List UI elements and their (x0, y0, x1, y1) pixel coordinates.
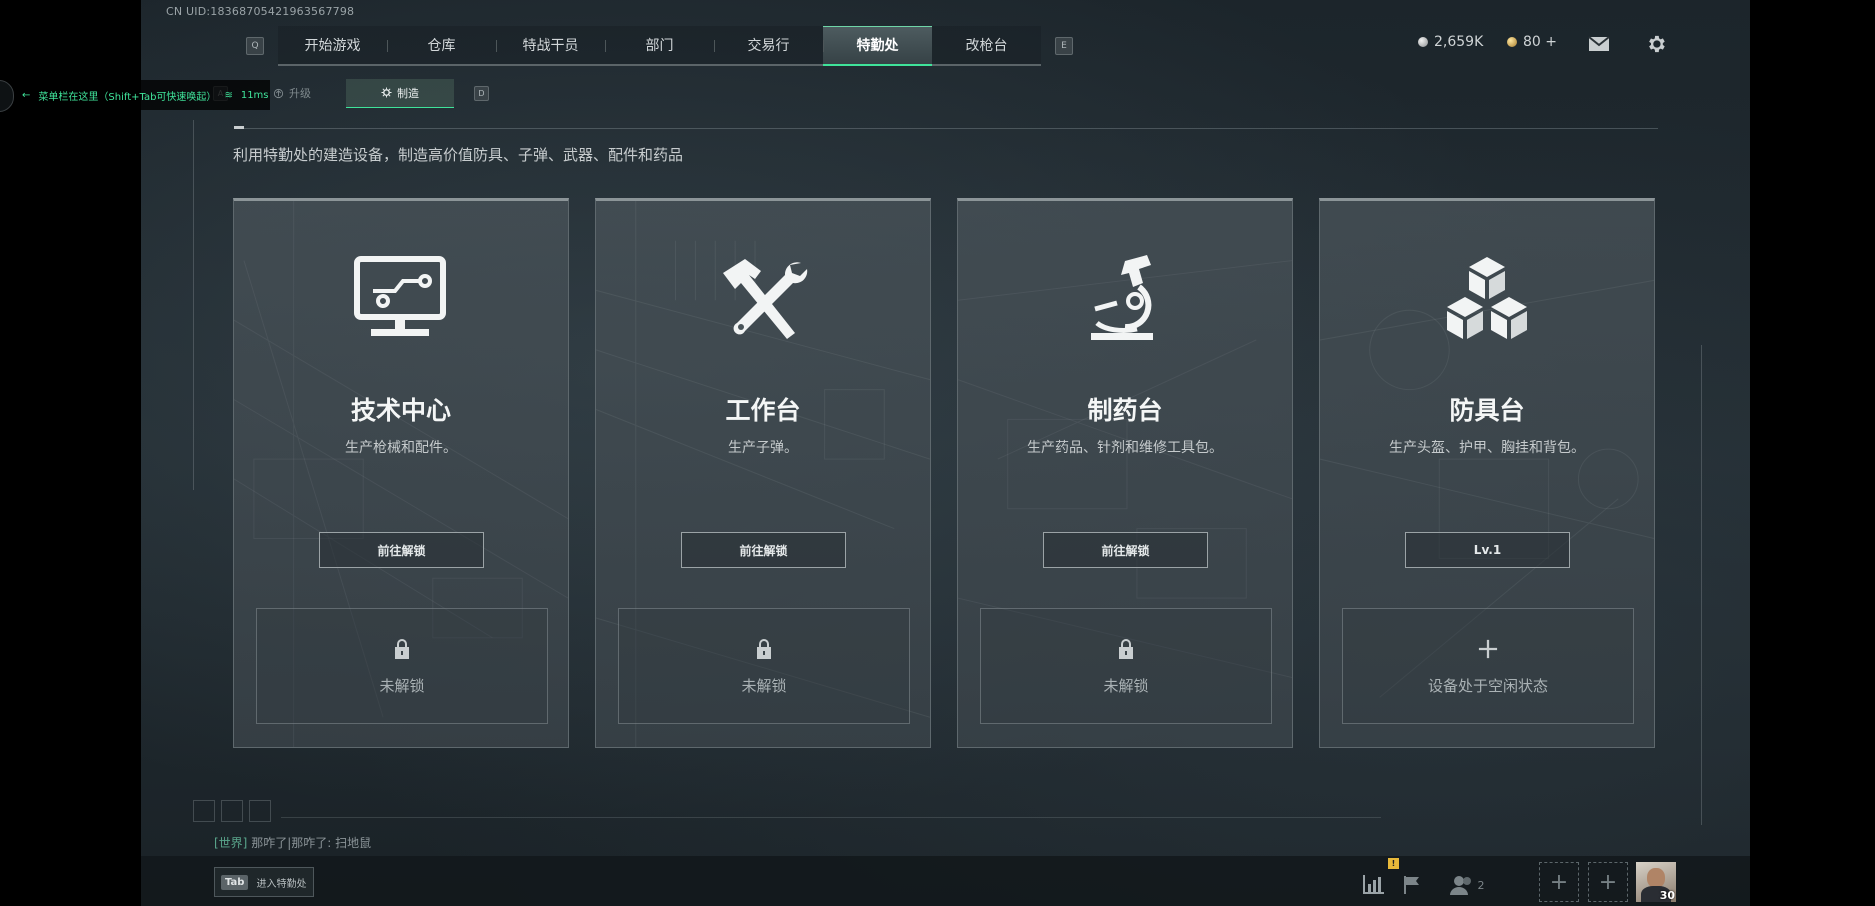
header-divider (234, 128, 1658, 129)
squad-icon (1449, 876, 1471, 895)
plus-icon (1478, 637, 1498, 661)
menu-hint-text: 菜单栏在这里（Shift+Tab可快速唤起） (38, 91, 217, 103)
tab-operators[interactable]: 特战干员 (496, 26, 605, 64)
mail-icon[interactable] (1587, 32, 1611, 56)
flag-icon[interactable] (1395, 868, 1429, 902)
gold-coin-icon (1507, 37, 1517, 47)
divider-marker (234, 126, 244, 129)
silver-coin-icon (1418, 37, 1428, 47)
tab-key: Tab (221, 874, 249, 890)
slot-status: 未解锁 (741, 677, 787, 695)
wifi-icon: ≋ (224, 89, 233, 101)
card-title: 工作台 (725, 396, 801, 425)
card-subtitle: 生产头盔、护甲、胸挂和背包。 (1389, 440, 1585, 456)
hammer-wrench-icon (723, 259, 808, 339)
player-level: 30 (1659, 889, 1675, 902)
nav-prev-key[interactable]: Q (246, 37, 264, 55)
lock-icon (754, 637, 774, 661)
ping-value: 11ms (240, 89, 269, 101)
card-subtitle: 生产药品、针剂和维修工具包。 (1027, 440, 1223, 456)
main-tabs: 开始游戏 仓库 特战干员 部门 交易行 特勤处 改枪台 (278, 26, 1041, 66)
slot-status: 未解锁 (1103, 677, 1149, 695)
gold-amount: 80 + (1523, 34, 1557, 50)
main-nav: Q 开始游戏 仓库 特战干员 部门 交易行 特勤处 改枪台 E (246, 26, 1073, 66)
chat-message: 那咋了|那咋了: 扫地鼠 (251, 836, 372, 850)
production-slot[interactable]: 设备处于空闲状态 (1342, 608, 1634, 724)
lock-icon (392, 637, 412, 661)
subtab-craft-label: 制造 (397, 86, 419, 100)
card-subtitle: 生产子弹。 (728, 440, 798, 456)
production-slot[interactable]: 未解锁 (256, 608, 548, 724)
card-title: 技术中心 (350, 396, 451, 425)
lock-icon (1116, 637, 1136, 661)
slot-status: 未解锁 (379, 677, 425, 695)
right-guide-line (1701, 345, 1702, 825)
enter-special-ops-hint[interactable]: Tab 进入特勤处 (214, 867, 314, 897)
page-description: 利用特勤处的建造设备，制造高价值防具、子弹、武器、配件和药品 (233, 146, 684, 164)
tab-department[interactable]: 部门 (605, 26, 714, 64)
slot-status: 设备处于空闲状态 (1427, 677, 1548, 695)
menu-hint-overlay[interactable]: ← 菜单栏在这里（Shift+Tab可快速唤起） ≋ 11ms (0, 80, 270, 112)
squad-button[interactable]: 2 (1443, 868, 1491, 902)
microscope-icon (1091, 255, 1153, 340)
game-screen: CN UID:1836870542196356​7798 Q 开始游戏 仓库 特… (141, 0, 1750, 906)
enter-label: 进入特勤处 (256, 878, 307, 890)
deco-square (249, 800, 271, 822)
subnav-next-key[interactable]: D (474, 85, 489, 101)
plus-icon: + (1598, 869, 1618, 895)
upgrade-icon (273, 88, 284, 98)
chat-channel: [世界] (214, 836, 248, 850)
card-pharmacy[interactable]: 制药台 生产药品、针剂和维修工具包。 前往解锁 未解锁 (957, 198, 1293, 748)
tab-special-ops[interactable]: 特勤处 (823, 26, 932, 66)
go-unlock-button[interactable]: 前往解锁 (681, 532, 846, 568)
card-subtitle: 生产枪械和配件。 (345, 440, 457, 456)
card-tech-center[interactable]: 技术中心 生产枪械和配件。 前往解锁 未解锁 (233, 198, 569, 748)
player-avatar[interactable]: 30 (1636, 862, 1676, 902)
add-teammate-slot[interactable]: + (1539, 862, 1579, 902)
cubes-icon (1447, 257, 1527, 339)
left-guide-line (193, 120, 194, 490)
nav-next-key[interactable]: E (1055, 37, 1073, 55)
deco-square (193, 800, 215, 822)
tab-warehouse[interactable]: 仓库 (387, 26, 496, 64)
card-title: 防具台 (1449, 396, 1525, 425)
go-unlock-button[interactable]: 前往解锁 (319, 532, 484, 568)
card-title: 制药台 (1087, 396, 1163, 425)
subtab-upgrade-label: 升级 (289, 87, 311, 100)
level-button[interactable]: Lv.1 (1405, 532, 1570, 568)
player-uid: CN UID:1836870542196356​7798 (166, 5, 355, 18)
subtab-craft[interactable]: 制造 (346, 78, 454, 108)
chat-line[interactable]: [世界] 那咋了|那咋了: 扫地鼠 (214, 834, 371, 851)
gold-currency[interactable]: 80 + (1507, 34, 1557, 50)
card-armor-bench[interactable]: 防具台 生产头盔、护甲、胸挂和背包。 Lv.1 设备处于空闲状态 (1319, 198, 1655, 748)
craft-gear-icon (381, 87, 392, 98)
settings-gear-icon[interactable] (1644, 32, 1668, 56)
back-arrow-icon: ← (22, 89, 31, 101)
squad-count: 2 (1477, 878, 1485, 892)
go-unlock-button[interactable]: 前往解锁 (1043, 532, 1208, 568)
stats-bar-chart-icon[interactable] (1356, 868, 1390, 902)
tab-gunsmith[interactable]: 改枪台 (932, 26, 1041, 64)
deco-line (281, 817, 1381, 818)
deco-square (221, 800, 243, 822)
production-slot[interactable]: 未解锁 (980, 608, 1272, 724)
bottom-bar (141, 856, 1750, 906)
card-workbench[interactable]: 工作台 生产子弹。 前往解锁 未解锁 (595, 198, 931, 748)
monitor-icon (354, 256, 446, 336)
silver-currency[interactable]: 2,659K (1418, 34, 1483, 50)
production-slot[interactable]: 未解锁 (618, 608, 910, 724)
add-teammate-slot[interactable]: + (1588, 862, 1628, 902)
silver-amount: 2,659K (1434, 34, 1484, 50)
menu-toggle-handle[interactable] (0, 80, 14, 112)
tab-trade[interactable]: 交易行 (714, 26, 823, 64)
plus-icon: + (1549, 869, 1569, 895)
tab-start-game[interactable]: 开始游戏 (278, 26, 387, 64)
